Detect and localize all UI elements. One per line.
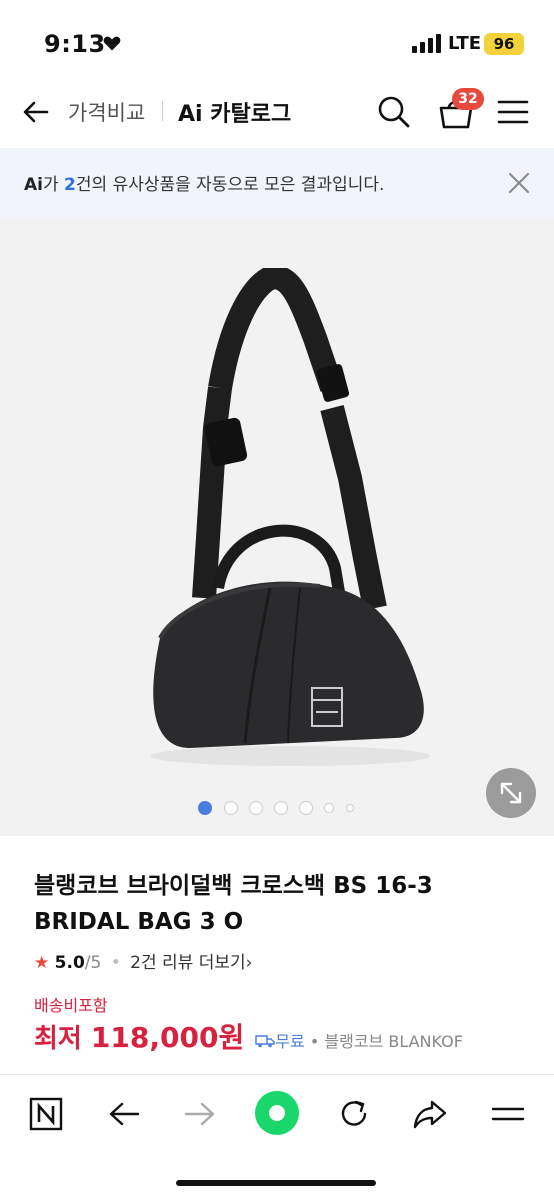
chevron-right-icon: › — [245, 953, 253, 973]
pagination-dot[interactable] — [198, 801, 212, 815]
pagination-dot[interactable] — [274, 801, 288, 815]
nav-price-compare-link[interactable]: 가격비교 — [68, 97, 145, 127]
nav-ai-catalog-title[interactable]: Ai 카탈로그 — [178, 96, 291, 128]
pagination-dot[interactable] — [324, 803, 334, 813]
heart-icon — [103, 36, 121, 51]
product-rating-row: ★ 5.0/5 • 2건 리뷰 더보기› — [34, 948, 252, 973]
separator-dot: • — [110, 953, 121, 973]
truck-icon — [255, 1035, 275, 1048]
pagination-dot[interactable] — [299, 801, 313, 815]
product-image-bag — [150, 268, 430, 766]
home-indicator — [176, 1180, 376, 1186]
banner-text-before: 가 — [42, 175, 65, 195]
back-arrow-icon[interactable] — [104, 1094, 144, 1134]
banner-text-after: 건의 유사상품을 자동으로 모은 결과입니다. — [75, 175, 385, 195]
menu-icon[interactable] — [488, 1094, 528, 1134]
green-home-icon[interactable] — [254, 1090, 300, 1136]
cellular-signal-icon — [412, 34, 441, 53]
rating-score: 5.0 — [54, 953, 85, 973]
free-shipping-text: 무료 — [275, 1032, 305, 1051]
battery-level: 96 — [493, 35, 515, 53]
naver-n-icon[interactable] — [26, 1094, 66, 1134]
pagination-dot[interactable] — [224, 801, 238, 815]
close-icon[interactable] — [506, 170, 532, 196]
pagination-dot[interactable] — [346, 804, 354, 812]
shipping-included-note: 배송비포함 — [34, 996, 108, 1015]
free-shipping-info: 무료 — [255, 1032, 305, 1051]
seller-info: • 블랭코브 BLANKOF — [309, 1032, 463, 1051]
nav-divider — [162, 101, 163, 121]
price-row: 최저 118,000원 무료 • 블랭코브 BLANKOF — [34, 1016, 463, 1056]
expand-icon — [500, 782, 522, 804]
seller-name[interactable]: 블랭코브 BLANKOF — [324, 1032, 463, 1051]
product-title: 블랭코브 브라이덜백 크로스백 BS 16-3 BRIDAL BAG 3 O — [34, 873, 433, 935]
banner-ai-label: Ai — [24, 175, 43, 195]
star-icon: ★ — [34, 953, 50, 973]
lowest-price-label: 최저 — [34, 1024, 91, 1054]
share-icon[interactable] — [410, 1094, 450, 1134]
gallery-pagination — [198, 798, 368, 816]
section-divider — [0, 1074, 554, 1075]
cart-count-badge: 32 — [452, 88, 484, 110]
rating-outof: /5 — [84, 953, 102, 973]
lowest-price-value[interactable]: 118,000원 — [91, 1021, 244, 1054]
ai-info-banner: Ai가 2건의 유사상품을 자동으로 모은 결과입니다. — [0, 148, 554, 218]
product-image-gallery[interactable] — [0, 218, 554, 836]
pagination-dot[interactable] — [249, 801, 263, 815]
forward-arrow-icon[interactable] — [180, 1094, 220, 1134]
review-more-link[interactable]: 2건 리뷰 더보기 — [130, 953, 245, 973]
banner-message: Ai가 2건의 유사상품을 자동으로 모은 결과입니다. — [24, 170, 384, 195]
banner-count: 2 — [64, 175, 76, 195]
top-nav: 가격비교 Ai 카탈로그 32 — [0, 80, 554, 146]
battery-indicator: 96 — [484, 33, 524, 55]
browser-toolbar — [0, 1076, 554, 1200]
hamburger-menu-icon[interactable] — [496, 96, 530, 128]
refresh-icon[interactable] — [334, 1094, 374, 1134]
network-type: LTE — [448, 33, 482, 54]
status-time: 9:13 — [44, 30, 106, 58]
search-icon[interactable] — [376, 94, 412, 130]
back-arrow-icon[interactable] — [20, 96, 52, 128]
expand-image-button[interactable] — [486, 768, 536, 818]
status-bar: 9:13 LTE 96 — [0, 0, 554, 80]
